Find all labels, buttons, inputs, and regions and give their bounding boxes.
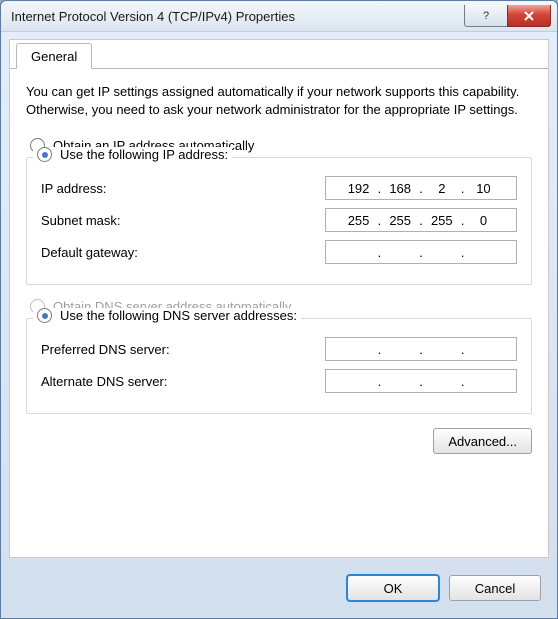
- description-text: You can get IP settings assigned automat…: [26, 83, 532, 118]
- ip-address-row: IP address: 192. 168. 2. 10: [41, 176, 517, 200]
- ip-octet-3[interactable]: 2: [425, 181, 459, 196]
- ip-group: Use the following IP address: IP address…: [26, 157, 532, 285]
- radio-manual-dns[interactable]: [37, 308, 52, 323]
- advanced-button-label: Advanced...: [448, 434, 517, 449]
- window-title: Internet Protocol Version 4 (TCP/IPv4) P…: [11, 9, 464, 24]
- caption-buttons: ?: [464, 5, 551, 27]
- ip-octet-1[interactable]: 192: [342, 181, 376, 196]
- subnet-field[interactable]: 255. 255. 255. 0: [325, 208, 517, 232]
- pref-dns-field[interactable]: . . .: [325, 337, 517, 361]
- client-area: General You can get IP settings assigned…: [9, 39, 549, 558]
- pref-dns-label: Preferred DNS server:: [41, 342, 325, 357]
- ok-button[interactable]: OK: [347, 575, 439, 601]
- radio-manual-ip-row[interactable]: Use the following IP address:: [33, 147, 232, 162]
- alt-dns-label: Alternate DNS server:: [41, 374, 325, 389]
- radio-manual-dns-label: Use the following DNS server addresses:: [60, 308, 297, 323]
- radio-manual-ip[interactable]: [37, 147, 52, 162]
- subnet-row: Subnet mask: 255. 255. 255. 0: [41, 208, 517, 232]
- help-icon: ?: [483, 10, 489, 22]
- cancel-button[interactable]: Cancel: [449, 575, 541, 601]
- gateway-row: Default gateway: . . .: [41, 240, 517, 264]
- ip-octet-2[interactable]: 168: [383, 181, 417, 196]
- tabstrip: General: [10, 40, 548, 69]
- close-button[interactable]: [507, 5, 551, 27]
- cancel-button-label: Cancel: [475, 581, 515, 596]
- radio-manual-ip-label: Use the following IP address:: [60, 147, 228, 162]
- pref-dns-row: Preferred DNS server: . . .: [41, 337, 517, 361]
- advanced-row: Advanced...: [26, 428, 532, 454]
- tab-label: General: [31, 49, 77, 64]
- advanced-button[interactable]: Advanced...: [433, 428, 532, 454]
- subnet-octet-1[interactable]: 255: [342, 213, 376, 228]
- help-button[interactable]: ?: [464, 5, 508, 27]
- titlebar: Internet Protocol Version 4 (TCP/IPv4) P…: [1, 1, 557, 32]
- alt-dns-row: Alternate DNS server: . . .: [41, 369, 517, 393]
- subnet-label: Subnet mask:: [41, 213, 325, 228]
- tab-content: You can get IP settings assigned automat…: [10, 69, 548, 464]
- properties-dialog: Internet Protocol Version 4 (TCP/IPv4) P…: [0, 0, 558, 619]
- gateway-label: Default gateway:: [41, 245, 325, 260]
- dns-group: Use the following DNS server addresses: …: [26, 318, 532, 414]
- ip-address-field[interactable]: 192. 168. 2. 10: [325, 176, 517, 200]
- alt-dns-field[interactable]: . . .: [325, 369, 517, 393]
- tab-general[interactable]: General: [16, 43, 92, 69]
- subnet-octet-4[interactable]: 0: [466, 213, 500, 228]
- dialog-footer: OK Cancel: [9, 570, 549, 606]
- ok-button-label: OK: [384, 581, 403, 596]
- subnet-octet-2[interactable]: 255: [383, 213, 417, 228]
- ip-address-label: IP address:: [41, 181, 325, 196]
- radio-manual-dns-row[interactable]: Use the following DNS server addresses:: [33, 308, 301, 323]
- ip-octet-4[interactable]: 10: [466, 181, 500, 196]
- gateway-field[interactable]: . . .: [325, 240, 517, 264]
- close-icon: [523, 11, 535, 21]
- subnet-octet-3[interactable]: 255: [425, 213, 459, 228]
